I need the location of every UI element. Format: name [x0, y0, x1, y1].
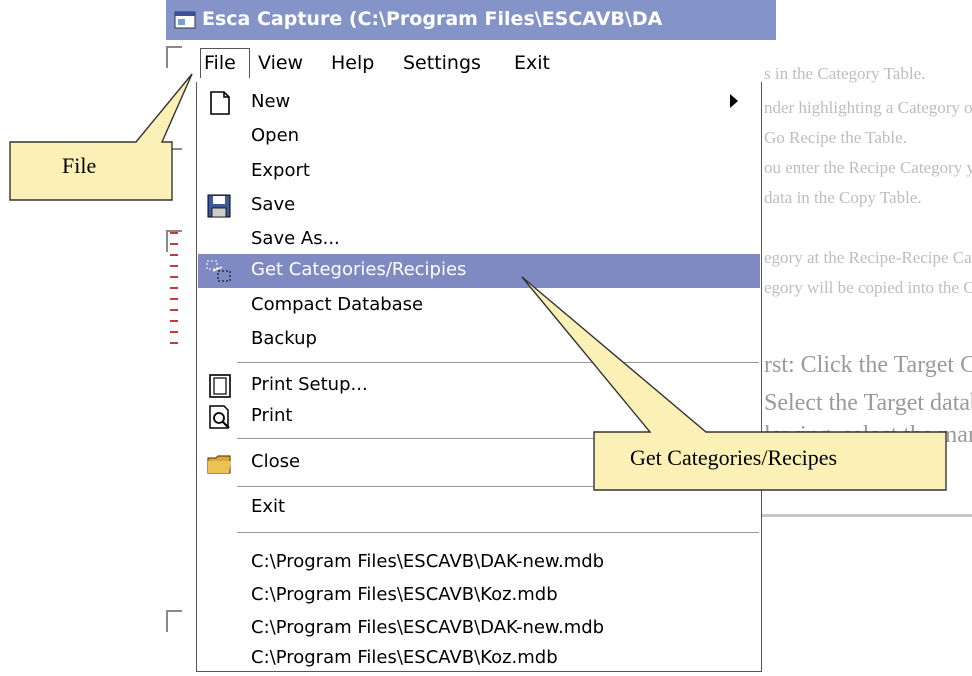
background-window-edge: [166, 46, 182, 68]
background-list-markers: [170, 232, 178, 352]
menu-item-label: Save As...: [251, 228, 340, 249]
menu-item-compact-database[interactable]: Compact Database: [198, 289, 760, 323]
print-preview-icon: [209, 405, 230, 429]
folder-icon: [207, 455, 231, 474]
callout-get-categories-text: Get Categories/Recipes: [630, 445, 838, 470]
menu-item-label: New: [251, 91, 291, 112]
menu-file[interactable]: File: [200, 48, 250, 78]
menu-help[interactable]: Help: [331, 52, 374, 74]
submenu-arrow-icon: [730, 94, 738, 108]
background-window-edge: [166, 610, 182, 632]
menu-item-label: Save: [251, 194, 296, 215]
menu-item-print-setup[interactable]: Print Setup...: [198, 369, 760, 403]
menu-separator: [237, 532, 759, 534]
menu-item-label: Backup: [251, 328, 317, 349]
menu-view[interactable]: View: [258, 52, 303, 74]
menu-item-new[interactable]: New: [198, 86, 760, 120]
recent-file-item[interactable]: C:\Program Files\ESCAVB\Koz.mdb: [198, 642, 760, 676]
window-title-bar[interactable]: Esca Capture (C:\Program Files\ESCAVB\DA: [166, 0, 776, 40]
menu-item-print[interactable]: Print: [198, 400, 760, 434]
menu-item-backup[interactable]: Backup: [198, 323, 760, 357]
floppy-disk-icon: [207, 194, 231, 218]
file-menu-dropdown: New Open Export Save Save As... Get Cate…: [196, 82, 762, 672]
menu-separator: [237, 486, 759, 488]
menu-item-save[interactable]: Save: [198, 189, 760, 223]
recent-file-path: C:\Program Files\ESCAVB\Koz.mdb: [251, 647, 558, 668]
menu-exit[interactable]: Exit: [514, 52, 550, 74]
menu-separator: [237, 362, 759, 364]
recent-file-path: C:\Program Files\ESCAVB\Koz.mdb: [251, 584, 558, 605]
recent-file-path: C:\Program Files\ESCAVB\DAK-new.mdb: [251, 551, 605, 572]
menu-item-open[interactable]: Open: [198, 120, 760, 154]
menu-item-export[interactable]: Export: [198, 155, 760, 189]
menu-item-label: Get Categories/Recipies: [251, 259, 467, 280]
menu-item-label: Export: [251, 160, 310, 181]
menu-item-label: Print Setup...: [251, 374, 368, 395]
background-line: egory at the Recipe-Recipe Category: [764, 248, 972, 267]
app-icon: [174, 11, 196, 29]
background-line: nder highlighting a Category or Recipe. …: [764, 98, 972, 117]
menu-item-label: Print: [251, 405, 293, 426]
background-window-edge: [166, 148, 182, 170]
new-document-icon: [210, 91, 230, 115]
recent-file-item[interactable]: C:\Program Files\ESCAVB\DAK-new.mdb: [198, 546, 760, 580]
background-line: ou enter the Recipe Category you ll edit: [764, 158, 972, 177]
background-heading: Select the Target database (the one you: [764, 390, 972, 416]
menu-item-save-as[interactable]: Save As...: [198, 223, 760, 257]
menu-item-get-categories[interactable]: Get Categories/Recipies: [198, 254, 760, 288]
background-document: s in the Category Table. nder highlighti…: [760, 62, 972, 672]
background-line: egory will be copied into the Category o…: [764, 278, 972, 297]
recent-file-item[interactable]: C:\Program Files\ESCAVB\DAK-new.mdb: [198, 612, 760, 646]
background-line: s in the Category Table.: [764, 64, 926, 83]
window-title: Esca Capture (C:\Program Files\ESCAVB\DA: [202, 8, 663, 30]
menu-item-exit[interactable]: Exit: [198, 491, 760, 525]
background-heading: rst: Click the Target Category shown: [764, 352, 972, 378]
menu-item-label: Open: [251, 125, 300, 146]
menu-item-label: Close: [251, 451, 301, 472]
get-categories-icon: [206, 260, 231, 282]
menu-settings[interactable]: Settings: [403, 52, 481, 74]
callout-file-shape: [9, 73, 193, 201]
recent-file-item[interactable]: C:\Program Files\ESCAVB\Koz.mdb: [198, 579, 760, 613]
menu-item-label: Exit: [251, 496, 286, 517]
background-line: data in the Copy Table.: [764, 188, 922, 207]
callout-file-text: File: [62, 153, 97, 178]
background-rule: [760, 514, 972, 517]
print-setup-icon: [209, 374, 231, 398]
menu-item-label: Compact Database: [251, 294, 424, 315]
menu-separator: [237, 438, 759, 440]
recent-file-path: C:\Program Files\ESCAVB\DAK-new.mdb: [251, 617, 605, 638]
background-line: Go Recipe the Table.: [764, 128, 907, 147]
